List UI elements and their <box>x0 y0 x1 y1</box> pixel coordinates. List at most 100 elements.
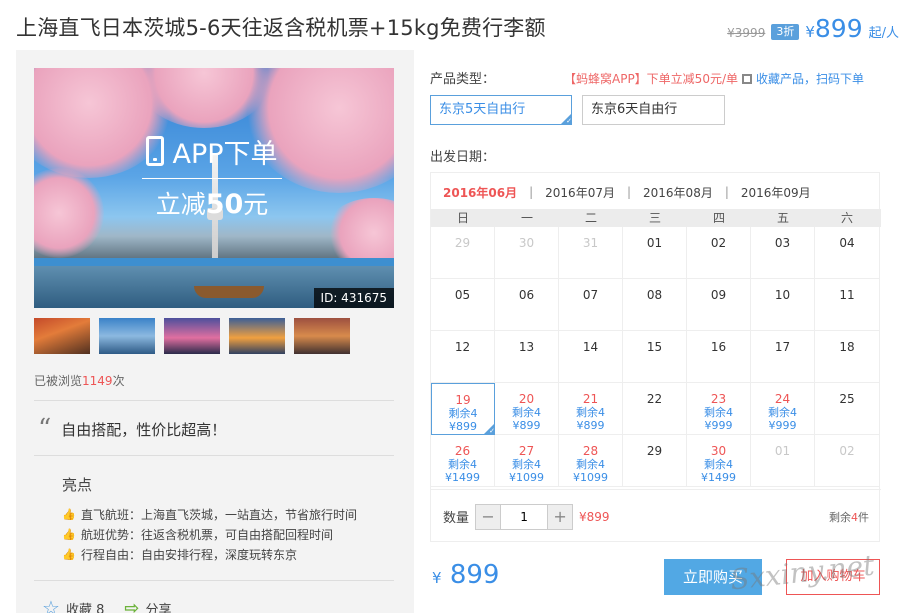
day-number: 01 <box>774 444 791 458</box>
day-number: 19 <box>455 393 471 407</box>
main-image[interactable]: APP下单 立减50元 ID: 431675 <box>34 68 394 308</box>
tab-month-07[interactable]: 2016年07月 <box>533 184 627 201</box>
day-price: ¥1499 <box>701 471 736 484</box>
stock-prefix: 剩余 <box>829 510 851 524</box>
calendar-day-available[interactable]: 23 剩余4 ¥999 <box>687 383 751 435</box>
tab-month-08[interactable]: 2016年08月 <box>631 184 725 201</box>
calendar-day: 15 <box>623 331 687 383</box>
thumb-tower-night[interactable] <box>164 318 220 354</box>
calendar-day-available[interactable]: 28 剩余4 ¥1099 <box>559 435 623 487</box>
calendar-day: 17 <box>751 331 815 383</box>
thumb-street[interactable] <box>294 318 350 354</box>
day-number: 20 <box>518 392 535 406</box>
day-stock: 剩余4 <box>768 406 797 419</box>
calendar-row: 05 06 07 08 09 10 11 <box>431 279 881 331</box>
highlight-text: 行程自由：自由安排行程，深度玩转东京 <box>81 547 298 562</box>
share-button[interactable]: ⇨ 分享 <box>124 596 171 613</box>
decrement-button[interactable]: − <box>476 504 501 529</box>
divider <box>34 580 394 581</box>
weekday-label: 一 <box>520 211 533 225</box>
day-number: 08 <box>646 288 663 302</box>
stock-remaining: 剩余4件 <box>829 509 869 525</box>
date-calendar: 2016年06月 | 2016年07月 | 2016年08月 | 2016年09… <box>430 172 881 542</box>
calendar-day-available[interactable]: 30 剩余4 ¥1499 <box>687 435 751 487</box>
qr-code-icon[interactable] <box>742 73 752 84</box>
day-price: ¥1099 <box>509 471 544 484</box>
start-price: ¥899 <box>805 14 862 43</box>
day-number: 07 <box>582 288 599 302</box>
day-price: ¥1099 <box>573 471 608 484</box>
day-number: 15 <box>646 340 663 354</box>
banner-off-text: 立减 <box>155 190 206 219</box>
divider <box>34 455 394 456</box>
calendar-day: 04 <box>815 227 879 279</box>
option-tokyo-5day[interactable]: 东京5天自由行 <box>430 95 572 125</box>
day-number: 28 <box>582 444 599 458</box>
tab-month-06[interactable]: 2016年06月 <box>441 184 529 201</box>
calendar-day-available[interactable]: 24 剩余4 ¥999 <box>751 383 815 435</box>
calendar-day: 02 <box>687 227 751 279</box>
price-value: 899 <box>814 14 863 43</box>
day-number: 27 <box>518 444 535 458</box>
tab-month-09[interactable]: 2016年09月 <box>729 184 823 201</box>
day-number: 29 <box>454 236 471 250</box>
day-number: 29 <box>646 444 663 458</box>
day-number: 02 <box>710 236 727 250</box>
calendar-day-available[interactable]: 27 剩余4 ¥1099 <box>495 435 559 487</box>
calendar-day: 25 <box>815 383 879 435</box>
views-suffix: 次 <box>112 374 125 388</box>
highlight-item: 👍 直飞航班：上海直飞茨城，一站直达，节省旅行时间 <box>62 504 357 524</box>
option-tokyo-6day[interactable]: 东京6天自由行 <box>582 95 725 125</box>
calendar-row: 12 13 14 15 16 17 18 <box>431 331 881 383</box>
stock-count: 4 <box>851 510 858 524</box>
thumb-temple[interactable] <box>229 318 285 354</box>
highlight-item: 👍 行程自由：自由安排行程，深度玩转东京 <box>62 544 357 564</box>
day-number: 31 <box>582 236 599 250</box>
action-bar: ☆ 收藏 8 ⇨ 分享 <box>42 596 171 613</box>
day-number: 10 <box>774 288 791 302</box>
day-number: 17 <box>774 340 791 354</box>
discount-badge: 3折 <box>771 24 800 40</box>
thumb-fuji[interactable] <box>99 318 155 354</box>
page-title: 上海直飞日本茨城5-6天往返含税机票+15kg免费行李额 <box>16 16 546 40</box>
day-stock: 剩余4 <box>512 406 541 419</box>
increment-button[interactable]: + <box>548 504 573 529</box>
calendar-day-available[interactable]: 19 剩余4 ¥899 <box>431 383 495 435</box>
calendar-day-available[interactable]: 20 剩余4 ¥899 <box>495 383 559 435</box>
day-stock: 剩余4 <box>704 458 733 471</box>
calendar-day-available[interactable]: 21 剩余4 ¥899 <box>559 383 623 435</box>
quantity-input[interactable] <box>500 504 549 529</box>
weekday-label: 四 <box>712 211 725 225</box>
calendar-day: 31 <box>559 227 623 279</box>
views-number: 1149 <box>82 374 113 388</box>
star-icon: ☆ <box>42 596 60 613</box>
banner-app-text: APP下单 <box>172 138 278 170</box>
check-corner-icon <box>560 113 572 125</box>
phone-icon <box>146 136 165 166</box>
favorite-button[interactable]: ☆ 收藏 8 <box>42 596 104 613</box>
favorite-label: 收藏 8 <box>65 602 105 613</box>
thumb-pagoda[interactable] <box>34 318 90 354</box>
day-stock: 剩余4 <box>576 406 605 419</box>
thumbs-up-icon: 👍 <box>62 507 76 521</box>
favorite-scan-link[interactable]: 收藏产品，扫码下单 <box>756 70 864 87</box>
weekday-header: 日 一 二 三 四 五 六 <box>431 209 881 227</box>
calendar-day: 29 <box>431 227 495 279</box>
weekday-label: 六 <box>840 211 853 225</box>
app-promo-link[interactable]: 【蚂蜂窝APP】下单立减50元/单 <box>564 70 738 87</box>
calendar-day: 09 <box>687 279 751 331</box>
calendar-day: 14 <box>559 331 623 383</box>
unit-price: ¥899 <box>579 509 610 524</box>
views-prefix: 已被浏览 <box>34 374 83 388</box>
calendar-day-available[interactable]: 26 剩余4 ¥1499 <box>431 435 495 487</box>
option-label: 东京5天自由行 <box>439 102 526 117</box>
calendar-day: 10 <box>751 279 815 331</box>
calendar-day: 07 <box>559 279 623 331</box>
quote-icon: “ <box>38 414 52 444</box>
calendar-day: 13 <box>495 331 559 383</box>
day-number: 03 <box>774 236 791 250</box>
price-unit: 起/人 <box>868 26 899 41</box>
thumbnail-strip <box>34 318 350 354</box>
original-price: ¥3999 <box>727 26 766 40</box>
day-stock: 剩余4 <box>448 407 478 420</box>
